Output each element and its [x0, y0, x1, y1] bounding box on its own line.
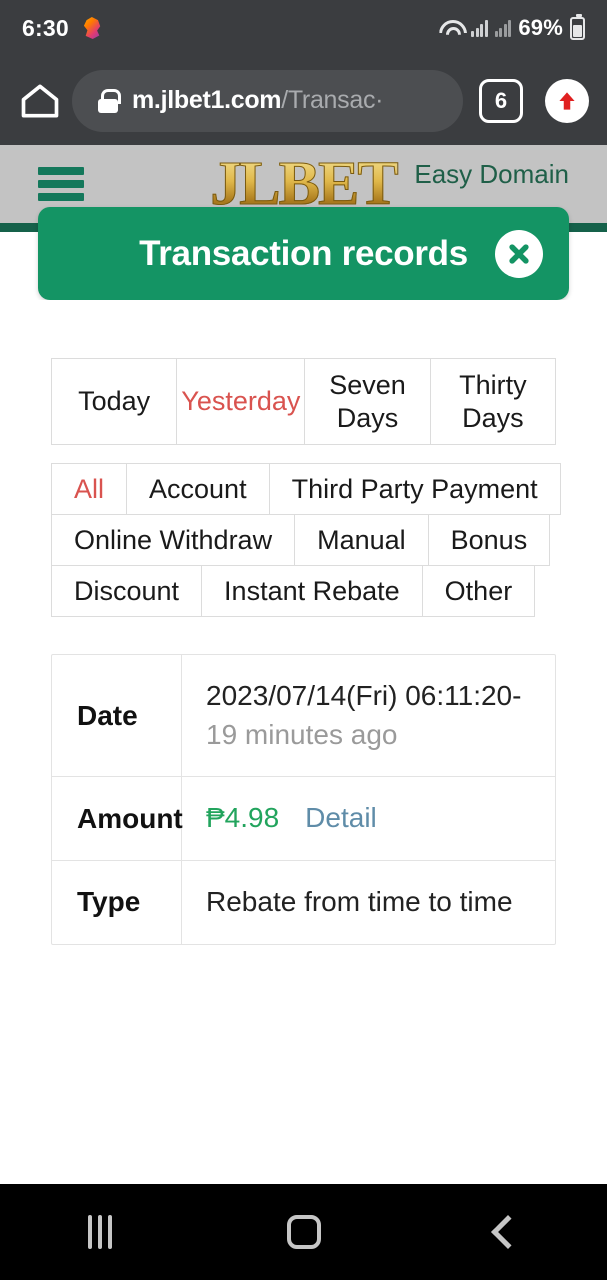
category-chip-label: Account — [149, 473, 247, 504]
page-title: Transaction records — [139, 233, 468, 273]
android-status-bar: 6:30 69% — [0, 0, 607, 56]
battery-icon — [570, 13, 585, 40]
category-chip-manual[interactable]: Manual — [294, 514, 429, 566]
period-tab-thirty-days[interactable]: Thirty Days — [429, 358, 556, 445]
record-date-value: 2023/07/14(Fri) 06:11:20- 19 minutes ago — [182, 655, 555, 776]
category-chip-label: Online Withdraw — [74, 524, 273, 555]
lock-icon — [98, 88, 121, 113]
wifi-icon — [439, 19, 464, 38]
category-chip-bonus[interactable]: Bonus — [427, 514, 551, 566]
easy-domain-link[interactable]: Easy Domain — [414, 159, 569, 190]
browser-toolbar: m.jlbet1.com/Transac· 6 — [0, 56, 607, 145]
category-filter-group: All Account Third Party Payment Online W… — [51, 463, 561, 617]
status-clock: 6:30 — [22, 14, 69, 41]
hamburger-menu-icon[interactable] — [38, 167, 84, 201]
period-tab-seven-days[interactable]: Seven Days — [304, 358, 430, 445]
phone-screen: 6:30 69% m.jlbet1.com/Transac· 6 JLBET E… — [0, 0, 607, 1280]
category-chip-all[interactable]: All — [51, 463, 128, 515]
category-chip-third-party-payment[interactable]: Third Party Payment — [268, 463, 561, 515]
period-tab-label: Seven Days — [329, 369, 406, 433]
category-filter-row: Discount Instant Rebate Other — [51, 565, 556, 617]
record-date-label: Date — [52, 655, 182, 777]
table-row: Type Rebate from time to time — [52, 860, 555, 944]
category-chip-account[interactable]: Account — [126, 463, 270, 515]
snapchat-icon — [81, 17, 103, 39]
transaction-record-card: Date 2023/07/14(Fri) 06:11:20- 19 minute… — [51, 654, 556, 945]
period-filter-tabs: Today Yesterday Seven Days Thirty Days — [51, 358, 556, 445]
signal-bars-icon — [471, 19, 488, 37]
record-date-timestamp: 2023/07/14(Fri) 06:11:20- — [206, 680, 522, 711]
tab-counter-button[interactable]: 6 — [479, 78, 523, 123]
record-type-value: Rebate from time to time — [206, 885, 513, 917]
amount-figure: ₱4.98 — [206, 802, 280, 834]
table-row: Date 2023/07/14(Fri) 06:11:20- 19 minute… — [52, 655, 555, 778]
category-chip-label: All — [74, 473, 105, 504]
status-bar-right: 69% — [439, 13, 585, 41]
category-chip-label: Other — [444, 575, 513, 606]
category-chip-label: Bonus — [450, 524, 528, 555]
category-chip-label: Instant Rebate — [224, 575, 400, 606]
android-nav-bar — [0, 1184, 607, 1280]
category-chip-label: Manual — [317, 524, 406, 555]
record-type-label: Type — [52, 860, 182, 944]
home-icon[interactable] — [18, 79, 62, 123]
url-text: m.jlbet1.com/Transac· — [132, 86, 383, 115]
url-bar[interactable]: m.jlbet1.com/Transac· — [72, 69, 463, 132]
tab-count-label: 6 — [494, 87, 508, 113]
period-tab-label: Yesterday — [181, 386, 301, 417]
up-arrow-icon[interactable] — [545, 78, 589, 123]
period-tab-today[interactable]: Today — [51, 358, 177, 445]
transaction-records-modal-header: Transaction records — [38, 207, 569, 300]
back-button-icon[interactable] — [490, 1215, 525, 1249]
status-bar-left: 6:30 — [22, 15, 103, 42]
url-domain: m.jlbet1.com — [132, 86, 282, 114]
category-chip-discount[interactable]: Discount — [51, 565, 203, 617]
record-amount-label: Amount — [52, 777, 183, 860]
category-chip-other[interactable]: Other — [421, 565, 536, 617]
category-chip-instant-rebate[interactable]: Instant Rebate — [201, 565, 423, 617]
signal-bars-secondary-icon — [494, 19, 512, 37]
record-amount-value: ₱4.98 Detail — [182, 777, 555, 860]
period-tab-label: Today — [78, 386, 151, 417]
battery-percent: 69% — [518, 15, 563, 40]
category-chip-label: Third Party Payment — [291, 473, 538, 504]
category-filter-row: Online Withdraw Manual Bonus — [51, 514, 556, 566]
modal-body: Today Yesterday Seven Days Thirty Days A… — [0, 300, 607, 1184]
record-date-relative: 19 minutes ago — [206, 718, 398, 750]
period-tab-label: Thirty Days — [459, 369, 527, 433]
close-icon[interactable] — [495, 229, 543, 278]
period-tab-yesterday[interactable]: Yesterday — [176, 358, 305, 445]
home-button-icon[interactable] — [286, 1215, 321, 1249]
table-row: Amount ₱4.98 Detail — [52, 777, 555, 861]
recent-apps-icon[interactable] — [87, 1215, 112, 1249]
detail-link[interactable]: Detail — [305, 799, 377, 838]
category-chip-label: Discount — [74, 575, 180, 606]
url-path: /Transac· — [281, 86, 384, 114]
category-filter-row: All Account Third Party Payment — [51, 463, 561, 515]
category-chip-online-withdraw[interactable]: Online Withdraw — [51, 514, 296, 566]
